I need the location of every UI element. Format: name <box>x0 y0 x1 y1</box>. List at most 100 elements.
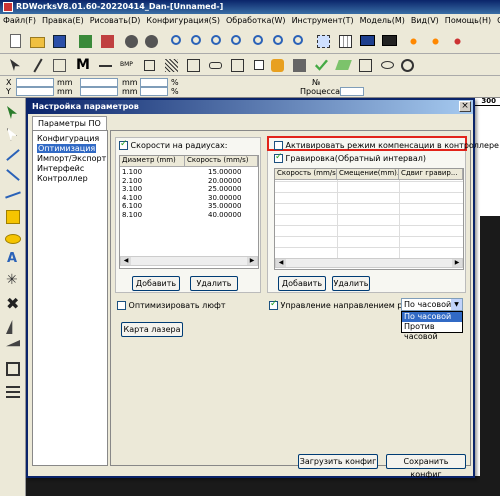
bmp-icon[interactable]: BMP <box>118 56 136 74</box>
car-icon[interactable] <box>206 56 224 74</box>
x-input[interactable] <box>16 78 54 87</box>
direction-option-0[interactable]: По часовой <box>402 312 462 322</box>
check-icon[interactable] <box>312 56 330 74</box>
nav-item-0[interactable]: Конфигурация <box>37 134 99 143</box>
grid-icon[interactable] <box>336 32 354 50</box>
comp-scroll-right-icon[interactable]: ▶ <box>452 259 462 267</box>
nav-item-4[interactable]: Контроллер <box>37 174 88 183</box>
save-config-button[interactable]: Сохранить конфиг <box>386 454 466 479</box>
mirror-h-icon[interactable] <box>4 318 22 336</box>
menu-item-5[interactable]: Инструмент(T) <box>289 14 357 25</box>
speeds-cell[interactable]: 40.00000 <box>208 211 241 220</box>
close-icon[interactable]: × <box>459 101 471 112</box>
direction-select[interactable]: По часовой ▼ <box>401 298 463 311</box>
load-config-button[interactable]: Загрузить конфиг <box>298 454 378 469</box>
eye-icon[interactable] <box>378 56 396 74</box>
monitor-icon[interactable] <box>358 32 376 50</box>
menu-item-4[interactable]: Обработка(W) <box>223 14 289 25</box>
scroll-left-icon[interactable]: ◀ <box>121 257 131 265</box>
check-box-icon[interactable] <box>250 56 268 74</box>
menu-item-9[interactable]: Связь со всеми <box>494 14 500 25</box>
height-input[interactable] <box>80 87 118 96</box>
scroll-right-icon[interactable]: ▶ <box>247 257 257 265</box>
delete-speed-button[interactable]: Удалить <box>190 276 238 291</box>
add-compensation-button[interactable]: Добавить <box>278 276 326 291</box>
direction-option-1[interactable]: Против часовой <box>402 322 462 341</box>
comp-scroll-left-icon[interactable]: ◀ <box>276 259 286 267</box>
point-tool-icon[interactable]: ✳ <box>4 272 22 290</box>
rect-tool-icon[interactable] <box>140 56 158 74</box>
delete-tool-icon[interactable]: ✖ <box>4 294 22 314</box>
scale-y-input[interactable] <box>140 87 168 96</box>
polyline-tool-icon[interactable] <box>4 166 22 184</box>
nodes3-icon[interactable] <box>448 32 466 50</box>
nodes2-icon[interactable] <box>426 32 444 50</box>
compensation-checkbox-row[interactable]: Активировать режим компенсации в контрол… <box>274 141 499 150</box>
tab-software-params[interactable]: Параметры ПО <box>32 116 107 130</box>
text-m-icon[interactable]: M <box>72 56 90 74</box>
engraving-checkbox[interactable] <box>274 152 283 163</box>
speeds-cell[interactable]: 8.100 <box>122 211 142 220</box>
array-icon[interactable] <box>184 56 202 74</box>
menu-item-8[interactable]: Помощь(H) <box>442 14 494 25</box>
eraser-icon[interactable] <box>334 56 352 74</box>
save-icon[interactable] <box>50 32 68 50</box>
mirror-v-icon[interactable] <box>4 338 22 356</box>
line-tool-icon[interactable] <box>4 146 22 164</box>
text-tool-icon[interactable]: A <box>4 250 22 268</box>
frame-icon[interactable] <box>228 56 246 74</box>
curve-tool-icon[interactable] <box>4 186 22 204</box>
ellipse-tool-icon[interactable] <box>4 230 22 248</box>
pen-icon[interactable] <box>28 56 46 74</box>
cut-direction-row[interactable]: Управление направлением резки <box>269 299 422 310</box>
add-speed-button[interactable]: Добавить <box>132 276 180 291</box>
laser-icon[interactable] <box>268 56 286 74</box>
process-input[interactable] <box>340 87 364 96</box>
chevron-down-icon[interactable]: ▼ <box>451 299 462 310</box>
select-rect-icon[interactable] <box>314 32 332 50</box>
align-icon[interactable] <box>4 360 22 378</box>
pattern-icon[interactable] <box>162 56 180 74</box>
select-tool-icon[interactable] <box>4 104 22 122</box>
laser-card-button[interactable]: Карта лазера <box>121 322 183 337</box>
export-icon[interactable] <box>98 32 116 50</box>
frame2-icon[interactable] <box>356 56 374 74</box>
pointer-icon[interactable] <box>6 56 24 74</box>
menu-item-7[interactable]: Вид(V) <box>408 14 442 25</box>
new-file-icon[interactable] <box>6 32 24 50</box>
redo-icon[interactable] <box>142 32 160 50</box>
grid-view-icon[interactable] <box>50 56 68 74</box>
menu-item-1[interactable]: Правка(E) <box>39 14 87 25</box>
layer-icon[interactable] <box>290 56 308 74</box>
undo-icon[interactable] <box>122 32 140 50</box>
zoom-fit-icon[interactable] <box>290 32 308 50</box>
optimize-backlash-checkbox[interactable] <box>117 301 126 310</box>
zoom-select-icon[interactable] <box>270 32 288 50</box>
import-icon[interactable] <box>76 32 94 50</box>
optimize-backlash-row[interactable]: Оптимизировать люфт <box>117 301 225 310</box>
open-folder-icon[interactable] <box>28 32 46 50</box>
zoom-out-icon[interactable] <box>188 32 206 50</box>
zoom-window-icon[interactable] <box>250 32 268 50</box>
speeds-scrollbar[interactable]: ◀ ▶ <box>120 256 258 266</box>
nav-item-2[interactable]: Импорт/Экспорт <box>37 154 106 163</box>
scale-x-input[interactable] <box>140 78 168 87</box>
speeds-checkbox[interactable] <box>119 139 128 150</box>
display-icon[interactable] <box>380 32 398 50</box>
compensation-checkbox[interactable] <box>274 141 283 150</box>
menu-item-6[interactable]: Модель(M) <box>357 14 408 25</box>
zoom-data-icon[interactable] <box>228 32 246 50</box>
nav-item-3[interactable]: Интерфейс <box>37 164 84 173</box>
menu-item-0[interactable]: Файл(F) <box>0 14 39 25</box>
target-icon[interactable] <box>398 56 416 74</box>
nodes-icon[interactable] <box>404 32 422 50</box>
speeds-checkbox-row[interactable]: Скорости на радиусах: <box>119 139 227 150</box>
node-edit-icon[interactable] <box>4 126 22 144</box>
curve-icon[interactable] <box>96 56 114 74</box>
engraving-checkbox-row[interactable]: Гравировка(Обратный интервал) <box>274 152 426 163</box>
menu-item-2[interactable]: Рисовать(D) <box>87 14 144 25</box>
nav-item-1[interactable]: Оптимизация <box>37 144 97 153</box>
width-input[interactable] <box>80 78 118 87</box>
menu-item-3[interactable]: Конфигурация(S) <box>143 14 223 25</box>
comp-scrollbar[interactable]: ◀ ▶ <box>275 258 463 268</box>
